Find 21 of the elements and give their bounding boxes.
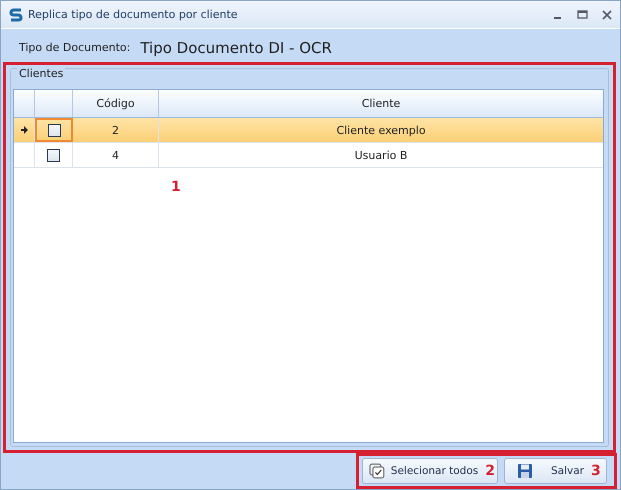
- checkbox[interactable]: [48, 124, 60, 136]
- table-cell-text: Usuario B: [354, 148, 408, 164]
- logo-icon: [9, 8, 23, 22]
- maximize-icon[interactable]: [577, 10, 588, 20]
- save-button[interactable]: Salvar 3: [504, 458, 607, 484]
- close-icon[interactable]: [602, 10, 612, 20]
- table-cell: 4: [73, 143, 159, 167]
- group-title: Clientes: [17, 67, 66, 80]
- checkbox[interactable]: [47, 148, 60, 162]
- document-type-value: Tipo Documento DI - OCR: [140, 38, 332, 56]
- window-title: Replica tipo de documento por cliente: [28, 8, 238, 21]
- select-all-button[interactable]: Selecionar todos 2: [362, 458, 498, 484]
- annotation-number: 2: [485, 463, 495, 479]
- select-all-icon: [369, 463, 385, 479]
- table-cell-text: Cliente exemplo: [335, 122, 427, 138]
- annotation-number: 3: [590, 463, 601, 479]
- table-cell: 2: [73, 118, 159, 142]
- annotation-number: 1: [171, 179, 181, 195]
- column-header[interactable]: Código: [73, 90, 159, 117]
- field-label: Tipo de Documento:: [19, 41, 130, 54]
- column-header[interactable]: Cliente: [159, 90, 603, 117]
